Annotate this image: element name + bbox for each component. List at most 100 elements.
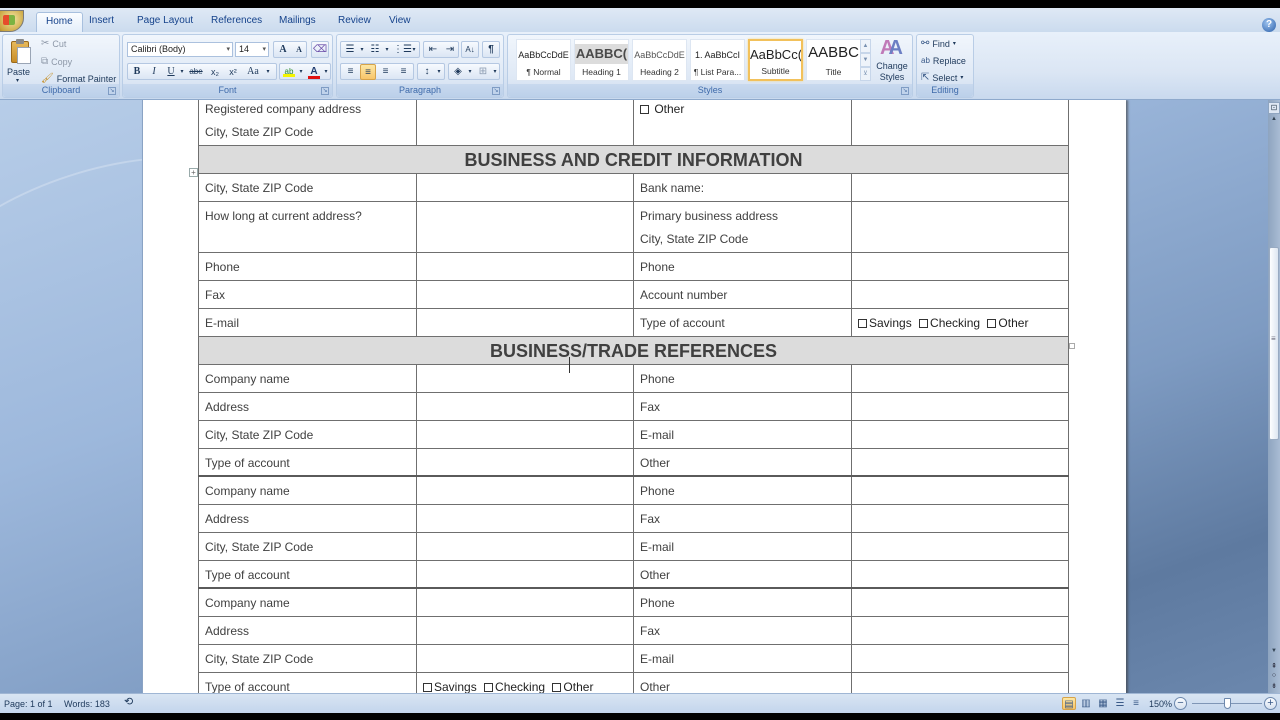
line-spacing-button[interactable]: ↕ ▾ — [417, 63, 445, 80]
web-layout-view-icon[interactable]: ▦ — [1096, 697, 1110, 710]
table-cell-value[interactable] — [851, 531, 1069, 561]
draft-view-icon[interactable]: ≡ — [1129, 697, 1143, 710]
outline-view-icon[interactable]: ☰ — [1113, 697, 1127, 710]
table-resize-handle[interactable] — [1069, 343, 1075, 349]
table-cell-value[interactable] — [416, 172, 634, 202]
numbering-icon[interactable]: ☷ — [368, 42, 382, 58]
strikethrough-button[interactable]: abe — [188, 64, 204, 80]
table-cell-value[interactable] — [416, 200, 634, 253]
style-heading-2[interactable]: AaBbCcDdE Heading 2 — [632, 39, 687, 81]
zoom-slider-thumb[interactable] — [1224, 698, 1231, 709]
scroll-down-icon[interactable]: ▼ — [1268, 648, 1280, 658]
clipboard-dialog-launcher[interactable]: ↘ — [108, 87, 116, 95]
table-cell-value[interactable] — [851, 559, 1069, 589]
font-color-button[interactable]: A — [307, 64, 321, 80]
table-cell-value[interactable] — [851, 363, 1069, 393]
tab-view[interactable]: View — [380, 12, 420, 32]
bold-button[interactable]: B — [131, 64, 143, 80]
gallery-up-icon[interactable]: ▲ — [860, 39, 871, 53]
styles-dialog-launcher[interactable]: ↘ — [901, 87, 909, 95]
page-count[interactable]: Page: 1 of 1 — [4, 698, 53, 710]
borders-icon[interactable]: ⊞ — [476, 64, 490, 80]
gallery-more-icon[interactable]: ⊻ — [860, 67, 871, 81]
checkbox-icon[interactable] — [987, 318, 997, 328]
italic-button[interactable]: I — [148, 64, 160, 80]
view-ruler-icon[interactable]: ⊡ — [1268, 102, 1280, 114]
table-cell-value[interactable] — [851, 587, 1069, 617]
decrease-indent-icon[interactable]: ⇤ — [426, 42, 440, 58]
table-cell-value[interactable] — [851, 615, 1069, 645]
highlight-dropdown-icon[interactable]: ▾ — [297, 64, 305, 80]
increase-indent-icon[interactable]: ⇥ — [443, 42, 457, 58]
table-cell-value[interactable] — [851, 643, 1069, 673]
align-right-icon[interactable]: ≡ — [378, 64, 393, 80]
table-cell-value[interactable] — [416, 363, 634, 393]
style-title[interactable]: AABBC Title — [806, 39, 861, 81]
table-cell-value[interactable] — [851, 279, 1069, 309]
clear-formatting-button[interactable]: ⌫ — [311, 41, 329, 58]
font-size-combo[interactable]: 14 ▾ — [235, 42, 269, 57]
table-cell-value[interactable] — [416, 391, 634, 421]
table-cell-value[interactable] — [851, 671, 1069, 693]
tab-page-layout[interactable]: Page Layout — [128, 12, 202, 32]
proofing-icon[interactable]: ⟲ — [124, 696, 133, 708]
vertical-scrollbar[interactable]: ⊡ ▲ ▼ ⇞ ○ ⇟ — [1268, 100, 1280, 693]
select-browse-object-icon[interactable]: ○ — [1268, 672, 1280, 682]
align-left-icon[interactable]: ≡ — [343, 64, 358, 80]
help-icon[interactable]: ? — [1262, 18, 1276, 32]
print-layout-view-icon[interactable]: ▤ — [1062, 697, 1076, 710]
multilevel-list-icon[interactable]: ⋮☰ — [393, 42, 412, 58]
tab-insert[interactable]: Insert — [80, 12, 123, 32]
table-cell-value[interactable] — [851, 447, 1069, 477]
find-button[interactable]: ⚯ Find ▾ — [921, 37, 956, 51]
gallery-down-icon[interactable]: ▼ — [860, 53, 871, 67]
style-heading-1[interactable]: AABBC( Heading 1 — [574, 39, 629, 81]
copy-button[interactable]: ⧉ Copy — [41, 55, 72, 69]
office-button[interactable] — [0, 10, 24, 32]
table-cell-value[interactable] — [416, 251, 634, 281]
zoom-out-icon[interactable]: − — [1174, 697, 1187, 710]
paragraph-dialog-launcher[interactable]: ↘ — [492, 87, 500, 95]
tab-home[interactable]: Home — [36, 12, 83, 32]
style-normal[interactable]: AaBbCcDdE ¶ Normal — [516, 39, 571, 81]
style-list-paragraph[interactable]: 1. AaBbCcI ¶ List Para... — [690, 39, 745, 81]
show-hide-button[interactable]: ¶ — [482, 41, 500, 58]
paste-button[interactable]: Paste ▾ — [3, 35, 35, 85]
change-case-button[interactable]: Aa — [244, 64, 262, 80]
table-cell-value[interactable] — [416, 587, 634, 617]
superscript-button[interactable]: x² — [226, 64, 240, 80]
table-cell-value[interactable] — [416, 419, 634, 449]
underline-dropdown-icon[interactable]: ▾ — [178, 64, 186, 80]
table-cell-value[interactable] — [416, 615, 634, 645]
shrink-font-button[interactable]: A — [292, 42, 306, 58]
grow-font-button[interactable]: A — [276, 42, 290, 58]
font-color-dropdown-icon[interactable]: ▾ — [322, 64, 330, 80]
checkbox-icon[interactable] — [640, 105, 649, 114]
multilevel-dropdown-icon[interactable]: ▾ — [410, 42, 418, 58]
select-button[interactable]: ⇱ Select ▾ — [921, 71, 963, 85]
checkbox-icon[interactable] — [858, 318, 867, 328]
sort-button[interactable]: A↓ — [461, 41, 479, 58]
table-cell-value[interactable] — [851, 503, 1069, 533]
shading-dropdown-icon[interactable]: ▾ — [466, 64, 474, 80]
table-cell-value[interactable] — [416, 531, 634, 561]
table-cell-value[interactable] — [851, 200, 1069, 253]
tab-mailings[interactable]: Mailings — [270, 12, 325, 32]
tab-references[interactable]: References — [202, 12, 271, 32]
align-center-icon[interactable]: ≡ — [360, 64, 376, 80]
bullets-icon[interactable]: ☰ — [343, 42, 357, 58]
table-cell-value[interactable] — [416, 503, 634, 533]
table-cell-value[interactable] — [416, 307, 634, 337]
justify-icon[interactable]: ≡ — [396, 64, 411, 80]
table-move-handle-icon[interactable]: + — [189, 168, 198, 177]
change-case-dropdown-icon[interactable]: ▾ — [264, 64, 272, 80]
borders-dropdown-icon[interactable]: ▾ — [491, 64, 499, 80]
table-cell-value[interactable] — [851, 100, 1069, 146]
table-cell-value[interactable] — [416, 475, 634, 505]
scroll-thumb[interactable] — [1269, 247, 1279, 440]
table-cell-value[interactable] — [416, 447, 634, 477]
previous-page-icon[interactable]: ⇞ — [1268, 662, 1280, 672]
font-name-combo[interactable]: Calibri (Body) ▾ — [127, 42, 233, 57]
table-cell[interactable]: Registered company address City, State Z… — [198, 100, 417, 146]
scroll-up-icon[interactable]: ▲ — [1268, 116, 1280, 126]
